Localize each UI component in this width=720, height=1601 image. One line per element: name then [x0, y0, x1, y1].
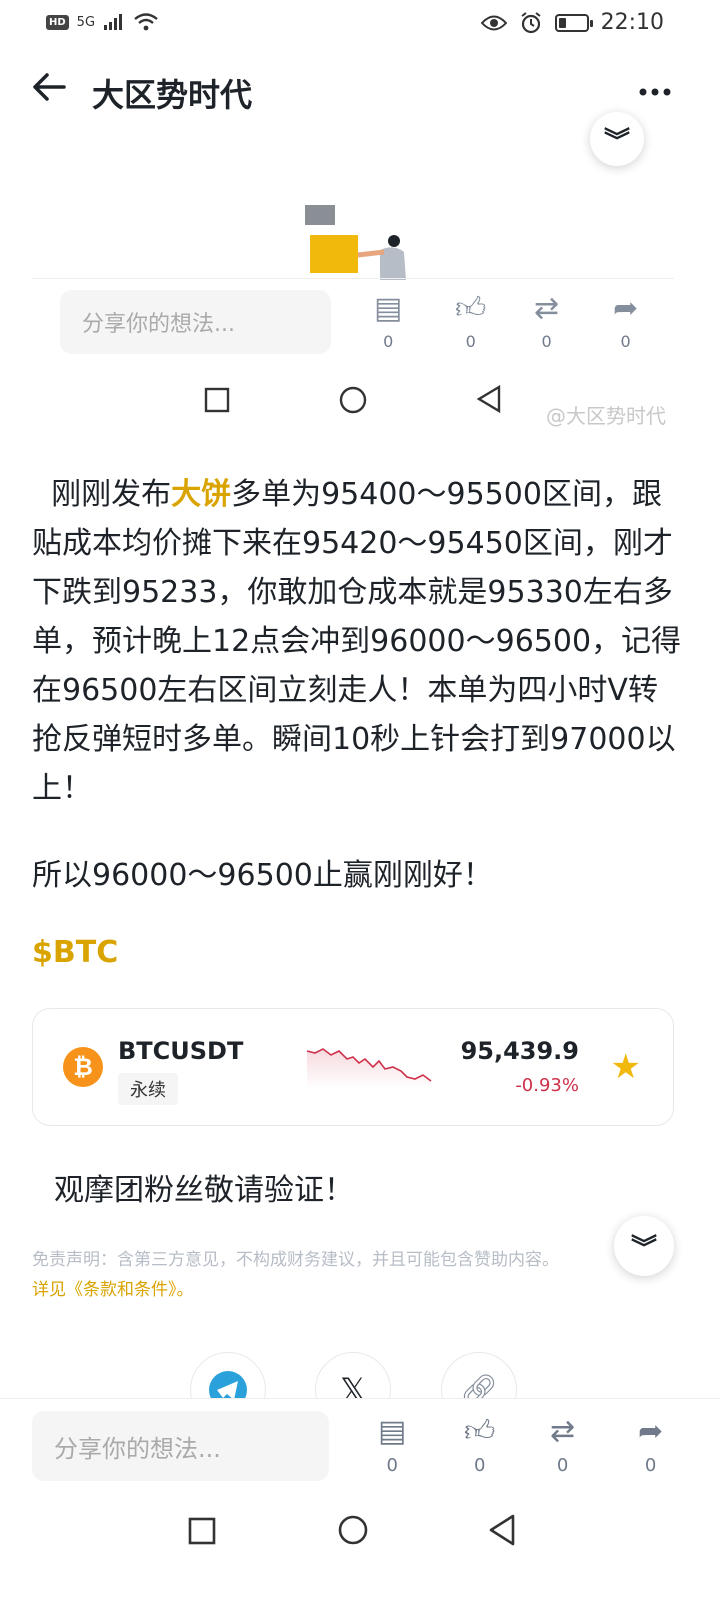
status-right: 22:10 — [480, 10, 664, 35]
bottom-action-bar: 分享你的想法... ▤ 0 👍︎ 0 ⇄ 0 ➦ 0 — [0, 1398, 720, 1601]
embedded-divider — [32, 278, 674, 279]
triangle-back-icon — [476, 384, 501, 414]
embedded-comment-count: 0 — [383, 332, 394, 351]
ticker-symbol: BTCUSDT — [118, 1037, 244, 1065]
wifi-icon — [134, 13, 158, 31]
alarm-icon — [520, 11, 541, 33]
signal-icon — [104, 14, 123, 30]
status-left: HD 5G — [46, 12, 159, 32]
status-bar: HD 5G 22:10 — [0, 0, 720, 48]
network-label: 5G — [76, 14, 96, 30]
repost-icon: ⇄ — [550, 1414, 576, 1449]
share-count: 0 — [644, 1455, 657, 1476]
cashtag-btc[interactable]: $BTC — [32, 935, 118, 970]
ticker-type-badge: 永续 — [118, 1073, 178, 1105]
circle-icon — [339, 386, 367, 414]
eye-icon — [480, 15, 507, 30]
scroll-down-fab-top[interactable]: ︾ — [590, 112, 644, 166]
like-button[interactable]: 👍︎ 0 — [464, 1414, 496, 1477]
share-arrow-icon: ➦ — [613, 291, 639, 326]
more-icon[interactable] — [638, 66, 672, 106]
disclaimer: 免责声明：含第三方意见，不构成财务建议，并且可能包含赞助内容。 详见《条款和条件… — [32, 1245, 652, 1305]
comment-count: 0 — [386, 1455, 398, 1476]
verify-note: 观摩团粉丝敬请验证！ — [54, 1173, 354, 1208]
post-highlight-link[interactable]: 大饼 — [171, 477, 231, 512]
share-arrow-icon: ➦ — [638, 1414, 664, 1449]
ticker-card[interactable]: ₿ BTCUSDT 永续 95,439.9 -0.93% ★ — [32, 1008, 674, 1126]
thumbs-up-icon: 👍︎ — [464, 1414, 496, 1449]
hd-badge: HD — [46, 14, 69, 30]
recent-apps-button[interactable] — [188, 1517, 216, 1545]
chevron-double-down-icon: ︾ — [603, 126, 630, 157]
repost-button[interactable]: ⇄ 0 — [550, 1414, 576, 1477]
home-button[interactable] — [338, 1515, 368, 1545]
ticker-price: 95,439.9 — [460, 1037, 579, 1065]
repost-count: 0 — [556, 1455, 569, 1476]
post-conclusion: 所以96000～96500止赢刚刚好！ — [32, 858, 493, 893]
comment-icon: ▤ — [374, 291, 403, 326]
battery-icon — [554, 13, 593, 32]
square-icon — [204, 387, 230, 413]
embedded-like-count: 0 — [465, 332, 476, 351]
share-placeholder: 分享你的想法... — [54, 1434, 221, 1463]
post-text-rest: 多单为95400～95500区间，跟贴成本均价摊下来在95420～95450区间… — [32, 477, 682, 806]
embedded-nav-bar — [200, 382, 510, 418]
watermark: @大区势时代 — [546, 404, 666, 428]
embedded-share: ➦ 0 — [613, 291, 639, 352]
comment-icon: ▤ — [378, 1414, 407, 1449]
embedded-comment: ▤ 0 — [374, 291, 403, 352]
share-input[interactable]: 分享你的想法... — [32, 1411, 329, 1481]
clock: 22:10 — [600, 10, 664, 35]
sparkline-chart — [306, 1048, 432, 1089]
comment-button[interactable]: ▤ 0 — [378, 1414, 407, 1477]
terms-link[interactable]: 详见《条款和条件》。 — [32, 1275, 652, 1305]
star-icon[interactable]: ★ — [611, 1047, 641, 1087]
post-text-start: 刚刚发布 — [51, 477, 172, 512]
disclaimer-text: 免责声明：含第三方意见，不构成财务建议，并且可能包含赞助内容。 — [32, 1250, 559, 1270]
embedded-share-placeholder: 分享你的想法... — [82, 312, 235, 337]
back-arrow-icon[interactable] — [32, 70, 66, 111]
page-title: 大区势时代 — [92, 76, 253, 114]
repost-icon: ⇄ — [534, 291, 560, 326]
system-back-button[interactable] — [488, 1513, 516, 1547]
embedded-share-count: 0 — [620, 332, 631, 351]
embedded-repost: ⇄ 0 — [534, 291, 560, 352]
illustration-image — [305, 205, 406, 280]
embedded-share-input: 分享你的想法... — [60, 290, 331, 354]
ticker-change: -0.93% — [515, 1075, 579, 1096]
embedded-repost-count: 0 — [541, 332, 552, 351]
share-button[interactable]: ➦ 0 — [638, 1414, 664, 1477]
bitcoin-icon: ₿ — [63, 1047, 103, 1087]
thumbs-up-icon: 👍︎ — [455, 291, 487, 326]
embedded-like: 👍︎ 0 — [455, 291, 487, 352]
like-count: 0 — [473, 1455, 486, 1476]
post-body: 刚刚发布大饼多单为95400～95500区间，跟贴成本均价摊下来在95420～9… — [32, 470, 682, 813]
